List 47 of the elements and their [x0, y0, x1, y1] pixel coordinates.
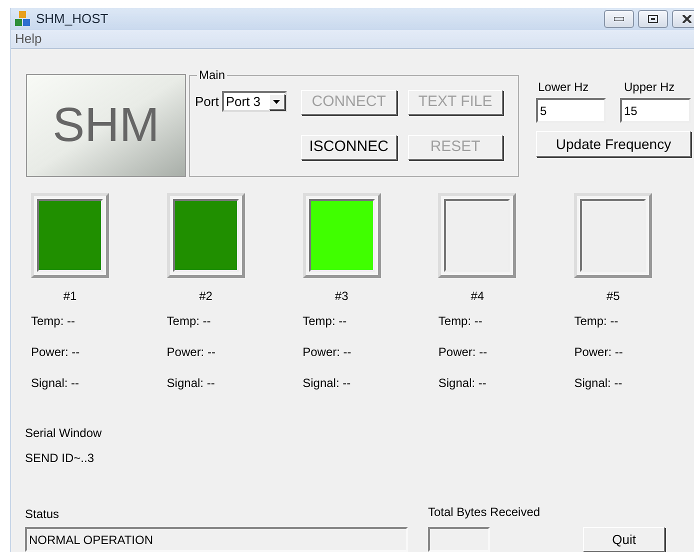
power-reading: Power: -- [438, 344, 488, 361]
signal-reading: Signal: -- [302, 375, 352, 392]
close-icon [682, 15, 692, 23]
sensor-name: #1 [62, 288, 78, 305]
group-title: Main [198, 67, 226, 84]
minimize-button[interactable] [604, 10, 634, 28]
temp-reading: Temp: -- [31, 313, 76, 330]
signal-reading: Signal: -- [166, 375, 216, 392]
menu-item[interactable]: Help [14, 29, 43, 49]
sensor-name: #5 [606, 288, 621, 305]
sensor-name: #3 [334, 288, 350, 305]
signal-reading: Signal: -- [574, 375, 624, 392]
action-button[interactable]: ISCONNEC [300, 135, 397, 160]
serial-window-label: Serial Window [25, 425, 103, 442]
maximize-button[interactable] [638, 10, 668, 28]
update-frequency-button[interactable]: Update Frequency [536, 131, 691, 157]
total-bytes-field [428, 527, 490, 552]
minimize-icon [614, 17, 624, 21]
total-bytes-label: Total Bytes Received [428, 504, 540, 521]
status-field: NORMAL OPERATION [25, 527, 408, 552]
signal-reading: Signal: -- [438, 375, 488, 392]
power-reading: Power: -- [166, 344, 216, 361]
maximize-icon [648, 15, 658, 23]
window-title: SHM_HOST [36, 10, 108, 28]
lower-hz-field[interactable]: 5 [536, 98, 606, 123]
power-reading: Power: -- [302, 344, 352, 361]
sensor-name: #2 [198, 288, 214, 305]
dropdown-arrow-icon [273, 100, 280, 104]
serial-window-text: SEND ID~..3 [25, 450, 96, 467]
status-label: Status [25, 506, 60, 523]
upper-hz-label: Upper Hz [624, 79, 676, 96]
port-label: Port [195, 93, 219, 111]
port-dropdown[interactable]: Port 3 [222, 91, 287, 112]
sensor-name: #4 [470, 288, 486, 305]
close-button[interactable] [672, 10, 694, 28]
quit-button[interactable]: Quit [583, 527, 666, 552]
temp-reading: Temp: -- [438, 313, 484, 330]
temp-reading: Temp: -- [166, 313, 212, 330]
temp-reading: Temp: -- [574, 313, 620, 330]
power-reading: Power: -- [574, 344, 624, 361]
upper-hz-field[interactable]: 15 [620, 98, 691, 123]
logo-button[interactable]: SHM [26, 74, 186, 177]
signal-reading: Signal: -- [31, 375, 80, 392]
power-reading: Power: -- [31, 344, 81, 361]
lower-hz-label: Lower Hz [538, 79, 590, 96]
app-icon [15, 11, 31, 27]
temp-reading: Temp: -- [302, 313, 348, 330]
